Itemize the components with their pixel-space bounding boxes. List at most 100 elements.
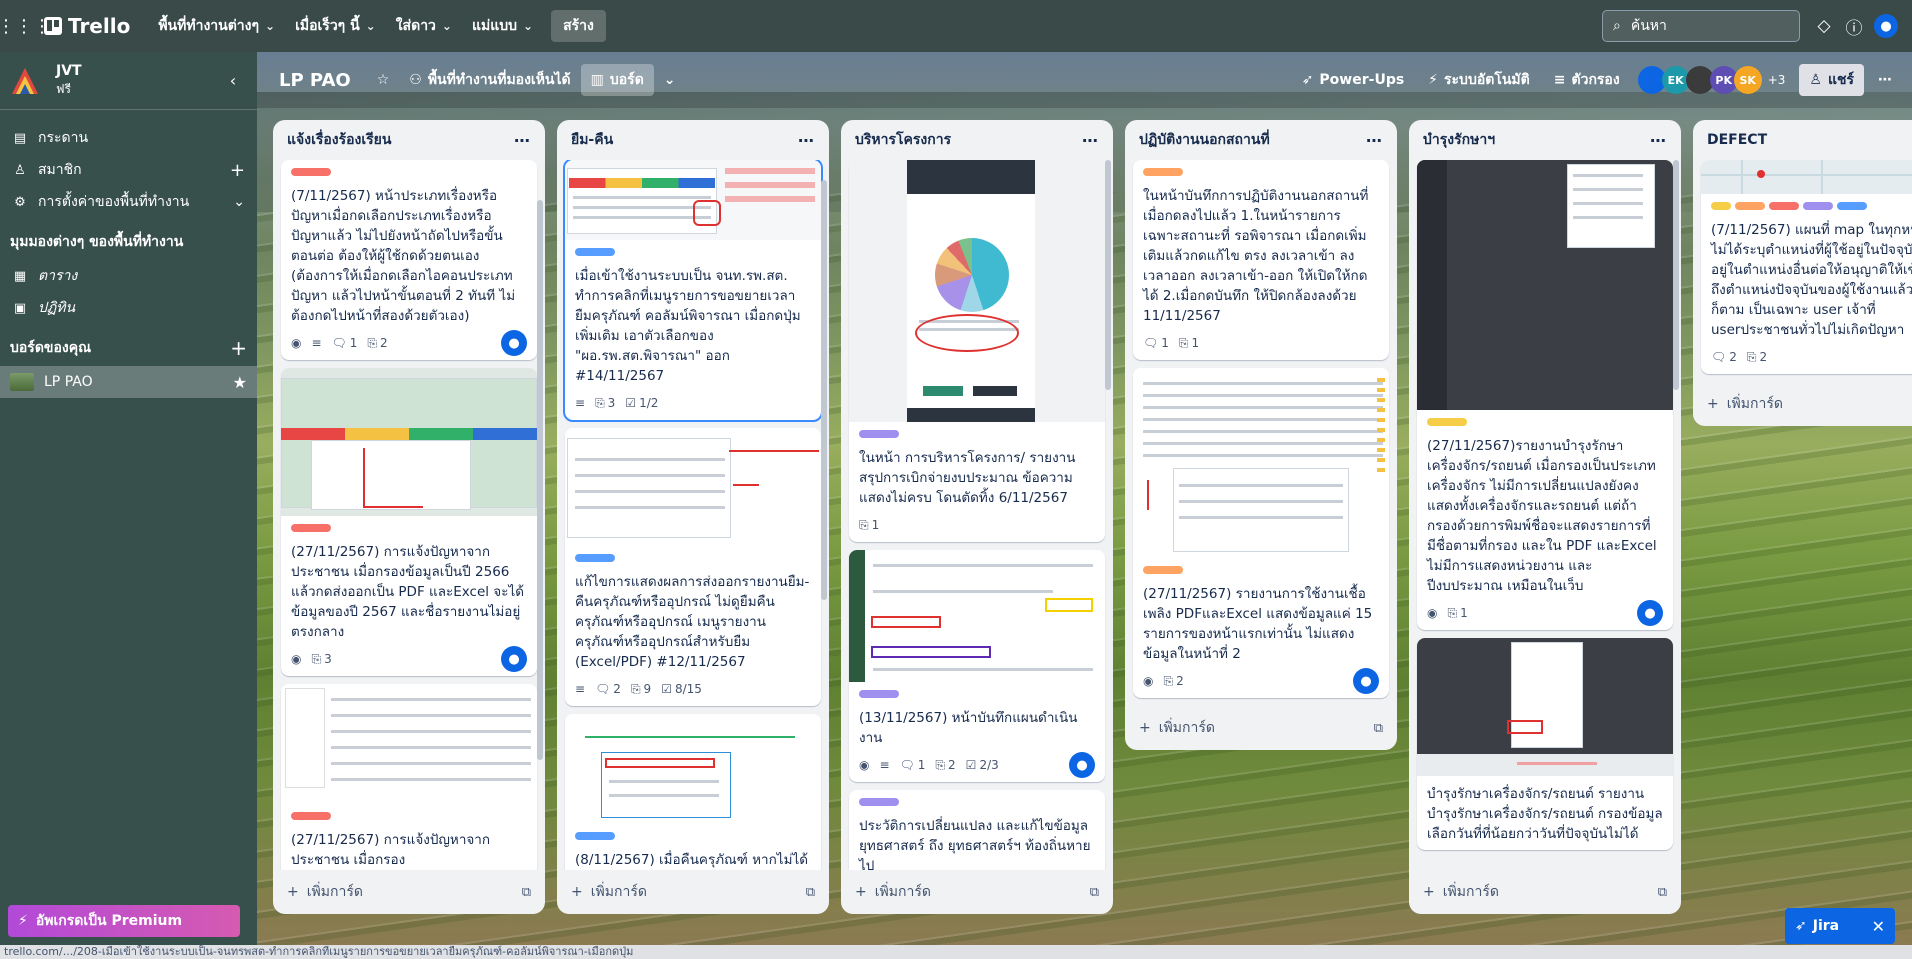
search-input[interactable] (1628, 17, 1779, 35)
attachment-badge: ⎘ 9 (630, 681, 652, 697)
card[interactable]: (27/11/2567) การแจ้งปัญหาจากประชาชน เมื่… (281, 684, 537, 870)
filter-button[interactable]: ≡ ตัวกรอง (1544, 64, 1630, 96)
sidebar-item-settings[interactable]: ⚙ การตั้งค่าของพื้นที่ทำงาน ⌄ (0, 186, 257, 218)
list-header[interactable]: บริหารโครงการ ⋯ (841, 120, 1113, 160)
card-badges: ◉ ⎘ 3 ● (291, 646, 527, 672)
card[interactable]: ในหน้าบันทึกการปฏิบัติงานนอกสถานที่ เมื่… (1133, 160, 1389, 360)
workspaces-menu[interactable]: พื้นที่ทำงานต่างๆ ⌄ (148, 9, 285, 43)
list-menu-icon[interactable]: ⋯ (514, 131, 531, 150)
notifications-icon[interactable]: ◇ (1812, 14, 1836, 38)
sidebar-item-boards[interactable]: ▤ กระดาน (0, 122, 257, 154)
card-member-avatar[interactable]: ● (1069, 752, 1095, 778)
star-icon[interactable]: ★ (233, 373, 247, 392)
template-icon[interactable]: ⧉ (1374, 721, 1383, 736)
comment-badge: 🗨 1 (899, 758, 926, 772)
template-icon[interactable]: ⧉ (806, 885, 815, 900)
card-member-avatar[interactable]: ● (1353, 668, 1379, 694)
calendar-icon: ▣ (13, 300, 27, 316)
upgrade-premium-button[interactable]: ⚡ อัพเกรดเป็น Premium (8, 905, 240, 937)
card-badges: ◉ ≡ 🗨 1 ⎘ 2 ☑ 2/3 ● (859, 752, 1095, 778)
list-menu-icon[interactable]: ⋯ (1082, 131, 1099, 150)
trello-logo[interactable]: Trello (44, 14, 130, 38)
create-button[interactable]: สร้าง (551, 10, 606, 42)
templates-menu[interactable]: แม่แบบ ⌄ (462, 9, 543, 43)
close-icon[interactable]: ✕ (1872, 917, 1885, 936)
sidebar-item-members[interactable]: ♙ สมาชิก + (0, 154, 257, 186)
board-title[interactable]: LP PAO (279, 70, 351, 91)
add-card-button[interactable]: เพิ่มการ์ด (591, 881, 647, 903)
list-header[interactable]: DEFECT (1693, 120, 1912, 160)
card[interactable]: (27/11/2567) รายงานการใช้งานเชื้อเพลิง P… (1133, 368, 1389, 698)
card[interactable]: (13/11/2567) หน้าบันทึกแผนดำเนินงาน ◉ ≡ … (849, 550, 1105, 782)
powerups-button[interactable]: ➶ Power-Ups (1292, 64, 1414, 96)
card-member-avatar[interactable]: ● (501, 330, 527, 356)
list-header[interactable]: แจ้งเรื่องร้องเรียน ⋯ (273, 120, 545, 160)
list-cards: ในหน้าบันทึกการปฏิบัติงานนอกสถานที่ เมื่… (1125, 160, 1397, 706)
board-menu-button[interactable]: ⋯ (1868, 64, 1902, 96)
template-icon[interactable]: ⧉ (1090, 885, 1099, 900)
list-menu-icon[interactable]: ⋯ (1650, 131, 1667, 150)
view-switcher-button[interactable]: ⌄ (654, 64, 686, 96)
card[interactable]: (7/11/2567) แผนที่ map ในทุกหน้า ไม่ได้ร… (1701, 160, 1912, 374)
account-avatar-icon[interactable]: ● (1874, 14, 1898, 38)
card-badges: ◉ ≡ 🗨 1 ⎘ 2 ● (291, 330, 527, 356)
template-icon[interactable]: ⧉ (522, 885, 531, 900)
more-members-count[interactable]: +3 (1768, 73, 1786, 87)
add-card-button[interactable]: เพิ่มการ์ด (875, 881, 931, 903)
list-complaints: แจ้งเรื่องร้องเรียน ⋯ (7/11/2567) หน้าประ… (273, 120, 545, 914)
card-member-avatar[interactable]: ● (1637, 600, 1663, 626)
card-badges: 🗨 1 ⎘ 1 (1143, 332, 1379, 354)
add-board-icon[interactable]: + (230, 336, 247, 360)
visibility-button[interactable]: ⚇ พื้นที่ทำงานที่มองเห็นได้ (399, 64, 580, 96)
add-card-button[interactable]: เพิ่มการ์ด (1443, 881, 1499, 903)
sidebar-item-table[interactable]: ▦ ตาราง (0, 260, 257, 292)
automation-button[interactable]: ⚡ ระบบอัตโนมัติ (1418, 64, 1540, 96)
sidebar-board-lp-pao[interactable]: LP PAO ★ (0, 366, 257, 398)
card[interactable]: (7/11/2567) หน้าประเภทเรื่องหรือปัญหาเมื… (281, 160, 537, 360)
plus-icon: + (1139, 720, 1151, 736)
list-header[interactable]: ปฏิบัติงานนอกสถานที่ ⋯ (1125, 120, 1397, 160)
search-box[interactable]: ⌕ (1602, 10, 1800, 42)
card[interactable]: เมื่อเข้าใช้งานระบบเป็น จนท.รพ.สต. ทำการ… (563, 160, 823, 422)
list-header[interactable]: ยืม-คืน ⋯ (557, 120, 829, 160)
card[interactable]: แก้ไขการแสดงผลการส่งออกรายงานยืม-คืนครุภ… (565, 428, 821, 706)
card-member-avatar[interactable]: ● (501, 646, 527, 672)
starred-menu[interactable]: ใส่ดาว ⌄ (386, 9, 462, 43)
share-button[interactable]: ♙ แชร์ (1799, 64, 1864, 96)
watch-icon: ◉ (1143, 674, 1154, 688)
app-switcher-icon[interactable]: ⋮⋮⋮ (0, 12, 51, 40)
member-avatar[interactable]: SK (1733, 66, 1762, 94)
card[interactable]: (8/11/2567) เมื่อคืนครุภัณฑ์ หากไม่ได้ (565, 714, 821, 870)
card[interactable]: (27/11/2567)รายงานบำรุงรักษาเครื่องจักร/… (1417, 160, 1673, 630)
plus-icon: + (287, 884, 299, 900)
jira-widget[interactable]: ➶ Jira ✕ (1785, 908, 1895, 944)
add-card-button[interactable]: เพิ่มการ์ด (1159, 717, 1215, 739)
card[interactable]: ประวัติการเปลี่ยนแปลง และแก้ไขข้อมูลยุทธ… (849, 790, 1105, 870)
recent-menu[interactable]: เมื่อเร็วๆ นี้ ⌄ (285, 9, 386, 43)
people-icon: ⚇ (409, 72, 422, 88)
collapse-sidebar-icon[interactable]: ‹ (219, 67, 247, 95)
attachment-badge: ⎘ 2 (1746, 349, 1768, 365)
list-cards: (7/11/2567) หน้าประเภทเรื่องหรือปัญหาเมื… (273, 160, 545, 870)
add-card-button[interactable]: เพิ่มการ์ด (1727, 393, 1783, 415)
watch-icon: ◉ (859, 758, 870, 772)
list-header[interactable]: บำรุงรักษาฯ ⋯ (1409, 120, 1681, 160)
member-icon: ♙ (14, 162, 26, 178)
list-menu-icon[interactable]: ⋯ (798, 131, 815, 150)
card-badges: ◉ ⎘ 1 ● (1427, 600, 1663, 626)
board-view-button[interactable]: ▥ บอร์ด (580, 64, 654, 96)
sidebar-item-calendar[interactable]: ▣ ปฏิทิน (0, 292, 257, 324)
add-member-icon[interactable]: + (230, 160, 245, 181)
more-icon: ⋯ (1878, 72, 1892, 88)
card[interactable]: ในหน้า การบริหารโครงการ/ รายงานสรุปการเบ… (849, 160, 1105, 542)
card-cover-image (1417, 638, 1673, 776)
add-card-button[interactable]: เพิ่มการ์ด (307, 881, 363, 903)
card[interactable]: บำรุงรักษาเครื่องจักร/รถยนต์ รายงานบำรุง… (1417, 638, 1673, 850)
help-icon[interactable]: ⓘ (1842, 14, 1866, 39)
card[interactable]: (27/11/2567) การแจ้งปัญหาจากประชาชน เมื่… (281, 368, 537, 676)
list-menu-icon[interactable]: ⋯ (1366, 131, 1383, 150)
jira-icon: ➶ (1795, 918, 1807, 934)
star-board-button[interactable]: ☆ (367, 64, 400, 96)
template-icon[interactable]: ⧉ (1658, 885, 1667, 900)
label-purple (1803, 202, 1833, 210)
